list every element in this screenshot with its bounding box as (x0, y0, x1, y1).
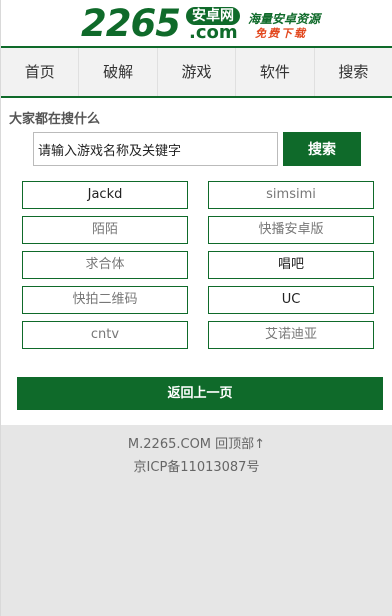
nav-item-search[interactable]: 搜索 (315, 48, 392, 96)
back-button-container: 返回上一页 (1, 349, 392, 410)
logo-number: 2265 (81, 2, 181, 45)
main-nav: 首页 破解 游戏 软件 搜索 (1, 46, 392, 98)
keyword-link[interactable]: 唱吧 (208, 251, 374, 279)
search-bar: 搜索 (1, 132, 392, 166)
back-to-top-link[interactable]: 回顶部↑ (215, 437, 265, 452)
keyword-link[interactable]: cntv (22, 321, 188, 349)
back-button[interactable]: 返回上一页 (17, 377, 383, 410)
keyword-link[interactable]: Jackd (22, 181, 188, 209)
logo-domain-suffix: .com (189, 22, 238, 43)
site-logo[interactable]: 2265 安卓网 .com 海量安卓资源 免费下载 (81, 4, 321, 44)
footer-site-link[interactable]: M.2265.COM (128, 437, 211, 452)
keyword-link[interactable]: 陌陌 (22, 216, 188, 244)
nav-item-home[interactable]: 首页 (1, 48, 80, 96)
keyword-link[interactable]: 快播安卓版 (208, 216, 374, 244)
popular-keywords: Jackd simsimi 陌陌 快播安卓版 求合体 唱吧 快拍二维码 UC c… (1, 166, 392, 349)
nav-item-software[interactable]: 软件 (236, 48, 315, 96)
keyword-link[interactable]: simsimi (208, 181, 374, 209)
search-button[interactable]: 搜索 (283, 132, 361, 166)
nav-item-games[interactable]: 游戏 (158, 48, 237, 96)
keyword-link[interactable]: 求合体 (22, 251, 188, 279)
nav-item-crack[interactable]: 破解 (79, 48, 158, 96)
footer-icp: 京ICP备11013087号 (133, 460, 260, 475)
keyword-link[interactable]: 快拍二维码 (22, 286, 188, 314)
keyword-link[interactable]: UC (208, 286, 374, 314)
footer: M.2265.COM 回顶部↑ 京ICP备11013087号 (1, 425, 392, 616)
logo-slogan-bottom: 免费下载 (255, 27, 307, 40)
search-input[interactable] (33, 132, 278, 166)
header: 2265 安卓网 .com 海量安卓资源 免费下载 (1, 0, 392, 46)
search-section-title: 大家都在搜什么 (9, 112, 101, 127)
keyword-link[interactable]: 艾诺迪亚 (208, 321, 374, 349)
footer-links: M.2265.COM 回顶部↑ (1, 425, 392, 452)
